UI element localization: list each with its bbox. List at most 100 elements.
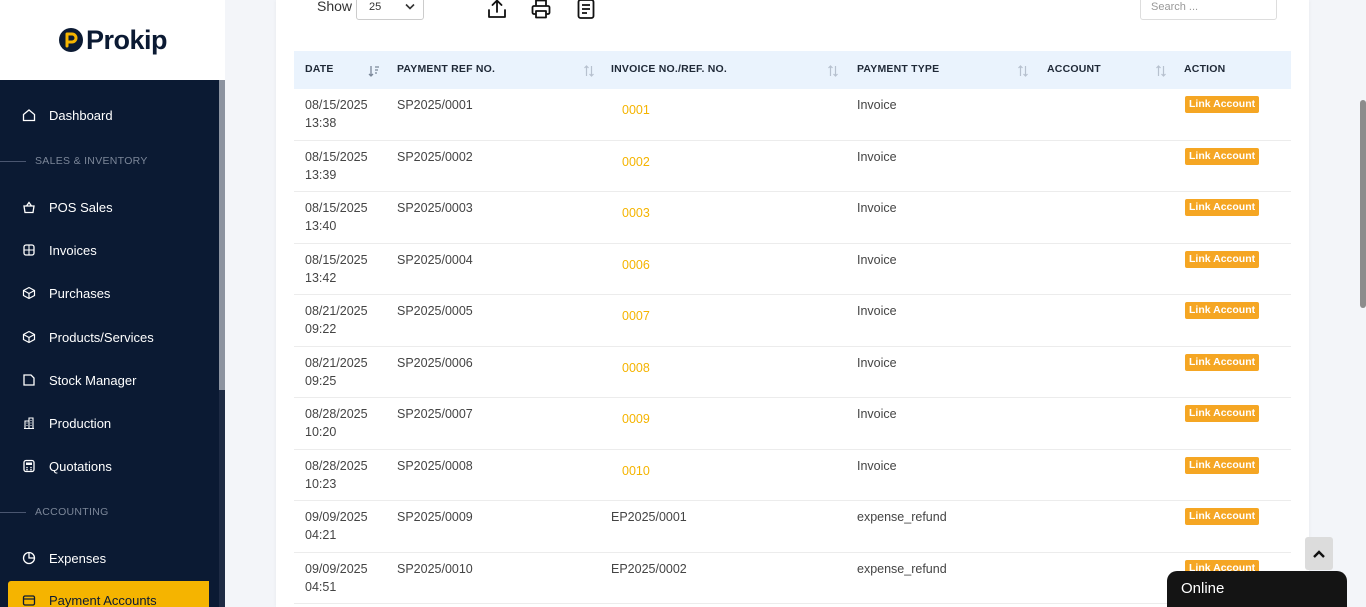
page-size-select[interactable]: 25: [356, 0, 424, 20]
date-value: 08/28/2025: [305, 407, 368, 421]
export-icon[interactable]: [486, 0, 508, 22]
column-header-payment-type[interactable]: PAYMENT TYPE: [857, 63, 939, 75]
table-row: 08/15/2025 13:40 SP2025/0003 0003 Invoice…: [294, 192, 1291, 244]
show-label: Show: [317, 0, 353, 14]
logo-area[interactable]: Prokip: [0, 0, 225, 80]
search-input[interactable]: [1140, 0, 1277, 20]
sidebar-item-production[interactable]: Production: [0, 404, 219, 442]
date-cell: 08/28/2025 10:20: [305, 405, 385, 441]
payment-type-cell: Invoice: [857, 201, 897, 215]
payment-ref-cell: SP2025/0010: [397, 561, 473, 576]
table-header: DATE PAYMENT REF NO. INVOICE NO./REF. NO…: [294, 51, 1291, 89]
sidebar-item-pos-sales[interactable]: POS Sales: [0, 188, 219, 226]
link-account-button[interactable]: Link Account: [1185, 147, 1260, 165]
sidebar-item-purchases[interactable]: Purchases: [0, 274, 219, 312]
sidebar-item-label: Dashboard: [49, 107, 113, 123]
date-cell: 08/15/2025 13:42: [305, 251, 385, 287]
sort-icon[interactable]: [827, 65, 839, 77]
date-value: 08/15/2025: [305, 201, 368, 215]
column-header-payment-ref[interactable]: PAYMENT REF NO.: [397, 63, 495, 75]
basket-icon: [22, 200, 36, 214]
invoice-link[interactable]: 0002: [622, 153, 650, 171]
date-cell: 08/21/2025 09:25: [305, 354, 385, 390]
payment-ref-cell: SP2025/0001: [397, 98, 473, 112]
sidebar-item-label: Purchases: [49, 285, 111, 301]
sidebar-item-label: Expenses: [49, 550, 107, 566]
link-account-button[interactable]: Link Account: [1185, 96, 1260, 113]
sidebar-item-label: Invoices: [49, 242, 97, 258]
sidebar-item-stock-manager[interactable]: Stock Manager: [0, 361, 219, 399]
sidebar-item-payment-accounts[interactable]: Payment Accounts: [8, 581, 209, 607]
invoice-icon: [22, 243, 36, 257]
chevron-down-icon: [405, 3, 415, 10]
payment-type-cell: Invoice: [857, 407, 897, 421]
date-cell: 08/28/2025 10:23: [305, 457, 385, 493]
link-account-button[interactable]: Link Account: [1185, 250, 1260, 268]
link-account-button[interactable]: Link Account: [1185, 456, 1260, 474]
invoice-link[interactable]: 0007: [622, 307, 650, 325]
invoice-link[interactable]: 0001: [622, 101, 650, 119]
building-icon: [22, 416, 36, 430]
sidebar-item-label: Quotations: [49, 458, 112, 474]
table-row: 09/09/2025 04:21 SP2025/0009 EP2025/0001 …: [294, 501, 1291, 553]
column-header-invoice-no[interactable]: INVOICE NO./REF. NO.: [611, 63, 727, 75]
payment-type-cell: Invoice: [857, 98, 897, 112]
link-account-button[interactable]: Link Account: [1185, 353, 1260, 371]
folder-icon: [22, 373, 36, 387]
sort-desc-icon[interactable]: [368, 65, 380, 77]
time-value: 13:39: [305, 167, 337, 182]
invoice-link[interactable]: 0006: [622, 256, 650, 274]
sidebar-item-expenses[interactable]: Expenses: [0, 539, 219, 577]
date-cell: 09/09/2025 04:51: [305, 560, 385, 596]
document-icon[interactable]: [575, 0, 597, 22]
link-account-button[interactable]: Link Account: [1185, 508, 1260, 525]
sidebar-item-products-services[interactable]: Products/Services: [0, 318, 219, 356]
print-icon[interactable]: [530, 0, 552, 22]
table-row: 08/15/2025 13:38 SP2025/0001 0001 Invoice…: [294, 89, 1291, 141]
date-value: 08/15/2025: [305, 252, 368, 267]
online-chat-widget[interactable]: Online: [1167, 571, 1347, 607]
date-value: 08/15/2025: [305, 149, 368, 164]
table-row: 09/09/2025 04:51 SP2025/0010 EP2025/0002 …: [294, 553, 1291, 604]
table-row: 08/21/2025 09:22 SP2025/0005 0007 Invoice…: [294, 295, 1291, 347]
sort-icon[interactable]: [1017, 65, 1029, 77]
pie-chart-icon: [22, 551, 36, 565]
invoice-link[interactable]: 0008: [622, 359, 650, 377]
link-account-button[interactable]: Link Account: [1185, 199, 1260, 216]
invoice-link[interactable]: 0003: [622, 204, 650, 222]
sort-icon[interactable]: [583, 65, 595, 77]
link-account-button[interactable]: Link Account: [1185, 302, 1260, 319]
payment-ref-cell: SP2025/0003: [397, 201, 473, 215]
sidebar-item-dashboard[interactable]: Dashboard: [0, 96, 219, 134]
time-value: 10:23: [305, 476, 337, 491]
section-accounting: ACCOUNTING: [0, 502, 219, 522]
payment-ref-cell: SP2025/0008: [397, 458, 473, 473]
invoice-link[interactable]: 0010: [622, 462, 650, 480]
logo[interactable]: Prokip: [58, 25, 168, 56]
sidebar-item-quotations[interactable]: Quotations: [0, 447, 219, 485]
sidebar-item-label: Products/Services: [49, 329, 154, 345]
time-value: 13:40: [305, 219, 337, 233]
sidebar-item-invoices[interactable]: Invoices: [0, 231, 219, 269]
time-value: 09:25: [305, 373, 337, 388]
page-scrollbar-thumb[interactable]: [1360, 100, 1366, 308]
date-value: 09/09/2025: [305, 510, 368, 524]
payment-type-cell: expense_refund: [857, 510, 947, 524]
sort-icon[interactable]: [1155, 65, 1167, 77]
date-cell: 08/15/2025 13:39: [305, 148, 385, 184]
time-value: 10:20: [305, 425, 337, 439]
payment-type-cell: Invoice: [857, 252, 897, 267]
sidebar-item-label: POS Sales: [49, 199, 113, 215]
invoice-link[interactable]: 0009: [622, 410, 650, 428]
column-header-account[interactable]: ACCOUNT: [1047, 63, 1101, 75]
link-account-button[interactable]: Link Account: [1185, 405, 1260, 422]
sidebar-scrollbar-thumb[interactable]: [219, 80, 225, 390]
scroll-to-top-button[interactable]: [1305, 537, 1333, 570]
time-value: 04:51: [305, 579, 337, 594]
prokip-logo-icon: [58, 28, 83, 52]
date-value: 08/21/2025: [305, 355, 368, 370]
page-size-value: 25: [369, 1, 382, 13]
chat-status-label: Online: [1181, 580, 1225, 597]
section-sales-inventory: SALES & INVENTORY: [0, 151, 219, 171]
column-header-date[interactable]: DATE: [305, 63, 334, 75]
